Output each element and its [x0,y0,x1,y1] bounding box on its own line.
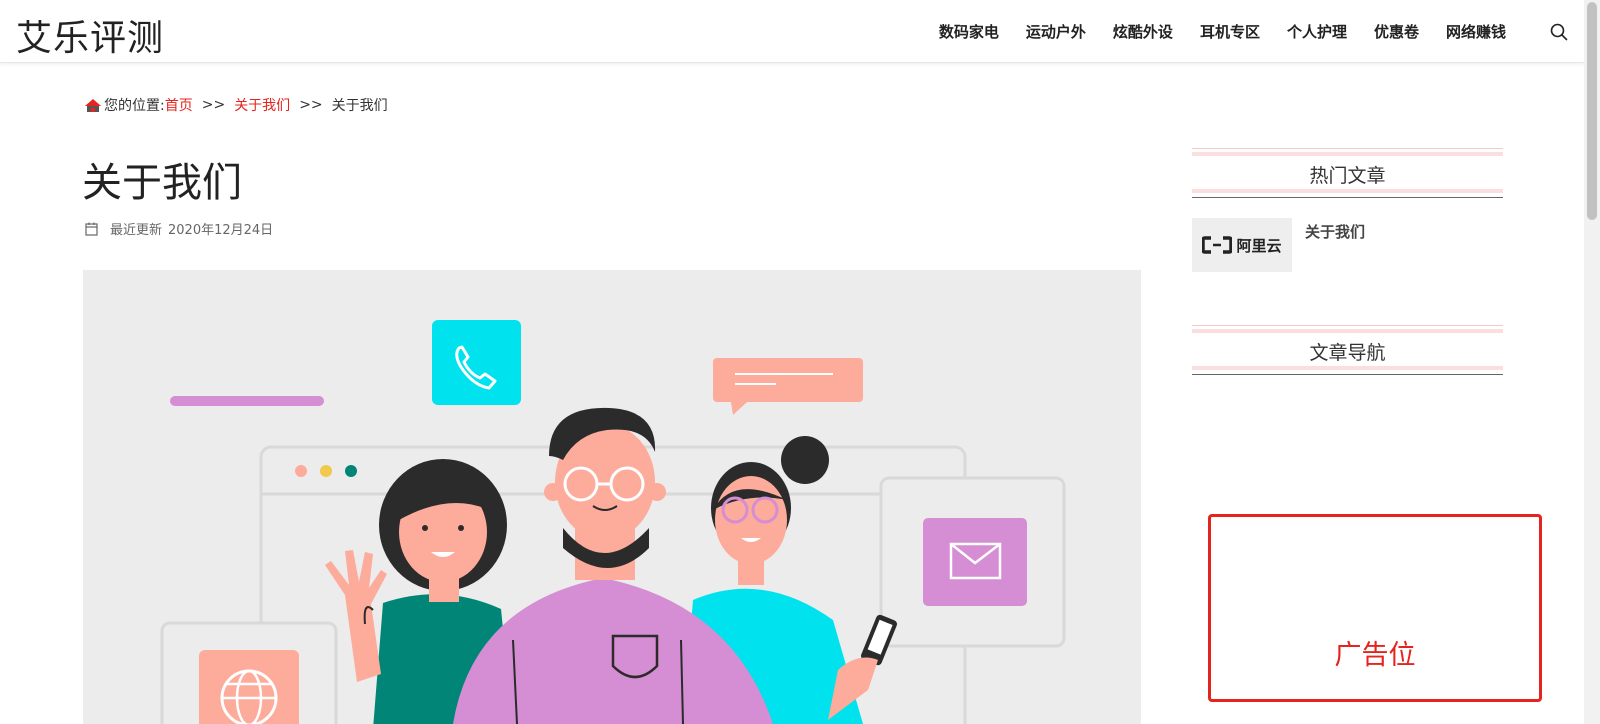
nav-item-personal-care[interactable]: 个人护理 [1287,21,1347,42]
nav-item-make-money[interactable]: 网络赚钱 [1446,21,1506,42]
nav-item-outdoor[interactable]: 运动户外 [1026,21,1086,42]
aliyun-logo-icon [1202,236,1233,254]
nav-item-coupons[interactable]: 优惠卷 [1374,21,1419,42]
scrollbar-thumb[interactable] [1587,2,1597,220]
popular-articles-title: 热门文章 [1309,165,1386,187]
popular-articles-header: 热门文章 [1192,148,1503,198]
article-nav-title: 文章导航 [1309,342,1386,364]
breadcrumb-current: 关于我们 [331,98,388,114]
main-nav: 数码家电 运动户外 炫酷外设 耳机专区 个人护理 优惠卷 网络赚钱 [939,21,1506,42]
search-icon[interactable] [1550,23,1568,41]
team-illustration [160,320,1066,724]
calendar-icon [85,222,98,236]
popular-article-item[interactable]: 阿里云 关于我们 [1192,218,1503,274]
page-scrollbar[interactable] [1584,0,1600,724]
header-divider [1192,148,1503,156]
breadcrumb-parent-link[interactable]: 关于我们 [234,95,290,115]
header-divider [1192,189,1503,198]
hero-illustration [83,270,1141,724]
popular-article-title[interactable]: 关于我们 [1305,221,1365,274]
ad-slot[interactable]: 广告位 [1208,514,1542,702]
home-icon [85,98,101,112]
article-meta: 最近更新 2020年12月24日 [85,219,273,238]
page-title: 关于我们 [82,160,242,206]
article-nav-header: 文章导航 [1192,325,1503,375]
breadcrumb-home-link[interactable]: 首页 [165,95,193,115]
nav-item-peripherals[interactable]: 炫酷外设 [1113,21,1173,42]
nav-item-digital[interactable]: 数码家电 [939,21,999,42]
thumbnail-logo-text: 阿里云 [1236,236,1282,255]
site-header: 艾乐评测 数码家电 运动户外 炫酷外设 耳机专区 个人护理 优惠卷 网络赚钱 [0,0,1584,63]
ad-slot-label: 广告位 [1334,640,1416,671]
breadcrumb: 您的位置: 首页 >> 关于我们 >> 关于我们 [84,95,388,115]
last-updated-date: 2020年12月24日 [168,223,274,238]
header-divider [1192,325,1503,333]
breadcrumb-separator: >> [299,97,323,113]
header-divider [1192,366,1503,375]
breadcrumb-separator: >> [201,97,226,113]
nav-item-headphones[interactable]: 耳机专区 [1200,21,1260,42]
article-thumbnail[interactable]: 阿里云 [1192,218,1292,272]
phone-tile-icon [432,320,521,405]
last-updated-label: 最近更新 [110,223,163,238]
site-title[interactable]: 艾乐评测 [16,9,164,61]
breadcrumb-prefix: 您的位置: [104,98,165,114]
